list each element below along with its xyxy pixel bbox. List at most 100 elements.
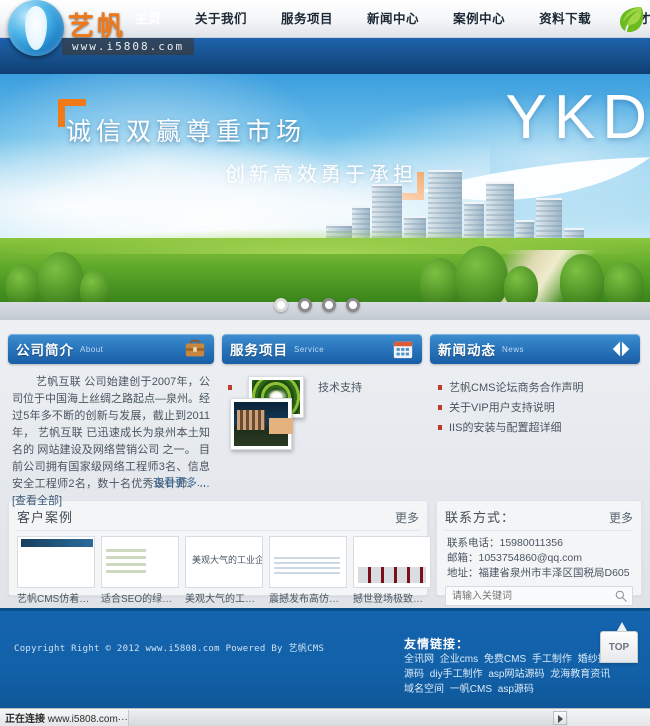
panels-row: 公司简介 About 艺帆互联 公司始建创于2007年，公司位于中国海上丝绸之路… <box>8 334 642 507</box>
carousel-dot-1[interactable] <box>274 298 288 312</box>
news-item-label[interactable]: IIS的安装与配置超详细 <box>449 422 561 434</box>
news-list: 艺帆CMS论坛商务合作声明 关于VIP用户支持说明 IIS的安装与配置超详细 <box>434 374 636 438</box>
list-item[interactable]: 关于VIP用户支持说明 <box>436 398 636 418</box>
friendly-link[interactable]: 企业cms <box>440 654 478 665</box>
case-caption: 艺帆CMS仿着网站... <box>17 594 95 605</box>
nav-item-label: 新闻中心 <box>367 12 420 26</box>
hero-banner[interactable]: YKD 诚信双赢尊重市场 创新高效勇于承担 <box>0 74 650 320</box>
panel-service-header[interactable]: 服务项目 Service <box>222 334 422 364</box>
panel-news-subtitle: News <box>502 344 525 354</box>
friendly-link[interactable]: 龙海教育资讯 <box>550 669 610 680</box>
news-item-label[interactable]: 关于VIP用户支持说明 <box>449 402 555 414</box>
contact-email: 邮箱：1053754860@qq.com <box>447 552 582 564</box>
view-all-link[interactable]: [查看全部] <box>12 495 62 507</box>
case-item[interactable]: 震撼发布高仿某建... <box>269 536 347 605</box>
case-thumbnail-broken: 美观大气的工业企 <box>185 536 263 588</box>
panel-news-body: 艺帆CMS论坛商务合作声明 关于VIP用户支持说明 IIS的安装与配置超详细 <box>430 364 640 492</box>
nav-item-label: 资料下载 <box>539 12 592 26</box>
case-caption: 美观大气的工业企... <box>185 594 263 605</box>
carousel-dot-4[interactable] <box>346 298 360 312</box>
panel-news: 新闻动态 News 艺帆CMS论坛商务合作声明 关于VIP用户支持说明 IIS的… <box>430 334 640 492</box>
briefcase-icon <box>185 339 205 357</box>
panel-service-subtitle: Service <box>294 344 325 354</box>
news-item-label[interactable]: 艺帆CMS论坛商务合作声明 <box>449 382 583 394</box>
panel-news-title: 新闻动态 <box>438 343 496 358</box>
leaf-icon <box>620 7 644 33</box>
main-content: 公司简介 About 艺帆互联 公司始建创于2007年，公司位于中国海上丝绸之路… <box>0 320 650 608</box>
prev-next-arrows-icon[interactable] <box>610 338 632 360</box>
contact-address: 地址：福建省泉州市丰泽区国税局D605 <box>447 567 630 579</box>
contact-header: 联系方式： 更多 <box>445 507 633 531</box>
case-thumbnail <box>17 536 95 588</box>
horizontal-scrollbar[interactable] <box>127 709 568 726</box>
globe-logo-icon <box>8 0 64 56</box>
case-caption: 撼世登场极致精美... <box>353 594 431 605</box>
scroll-right-arrow-icon[interactable] <box>552 710 567 725</box>
contact-details: 联系电话：15980011356 邮箱：1053754860@qq.com 地址… <box>445 531 633 581</box>
search-icon[interactable] <box>614 589 628 603</box>
banner-watermark: YKD <box>505 83 650 152</box>
case-item[interactable]: 撼世登场极致精美... <box>353 536 431 605</box>
cases-more-link[interactable]: 更多 <box>395 509 419 526</box>
friendly-link[interactable]: 全讯网 <box>404 654 434 665</box>
customer-cases-box: 客户案例 更多 艺帆CMS仿着网站... 适合SEO的绿色食... 美观大气的工 <box>8 500 431 605</box>
site-footer: Copyright Right © 2012 www.i5808.com Pow… <box>0 608 650 708</box>
service-item-label[interactable]: 技术支持 <box>318 382 362 394</box>
broken-image-alt-text: 美观大气的工业企 <box>192 555 263 565</box>
carousel-dot-3[interactable] <box>322 298 336 312</box>
friendly-link[interactable]: asp源码 <box>498 684 534 695</box>
secondary-row: 客户案例 更多 艺帆CMS仿着网站... 适合SEO的绿色食... 美观大气的工 <box>8 500 642 606</box>
list-item[interactable]: IIS的安装与配置超详细 <box>436 418 636 438</box>
case-item[interactable]: 艺帆CMS仿着网站... <box>17 536 95 605</box>
friendly-link[interactable]: 免费CMS <box>484 654 526 665</box>
announcement-marquee: 欢迎您河南郑州意可达物业公司-提供服务放心医院保洁，商场单位小区保洁保安等物业服… <box>86 42 426 58</box>
browser-status-bar: 正在连接 www.i5808.com··· <box>0 708 650 726</box>
nav-item-downloads[interactable]: 资料下载 <box>522 0 608 38</box>
panel-service: 服务项目 Service 技术支持 <box>222 334 422 492</box>
panel-service-body: 技术支持 <box>222 364 422 492</box>
contact-phone: 联系电话：15980011356 <box>447 537 563 549</box>
panel-news-header[interactable]: 新闻动态 News <box>430 334 640 364</box>
list-item[interactable]: 艺帆CMS论坛商务合作声明 <box>436 378 636 398</box>
cases-list: 艺帆CMS仿着网站... 适合SEO的绿色食... 美观大气的工业企 美观大气的… <box>17 536 431 605</box>
friendly-link[interactable]: 一帆CMS <box>450 684 492 695</box>
nav-item-cases[interactable]: 案例中心 <box>436 0 522 38</box>
friendly-link[interactable]: 域名空间 <box>404 684 444 695</box>
panel-about-header[interactable]: 公司简介 About <box>8 334 214 364</box>
list-item[interactable]: 技术支持 <box>226 378 418 398</box>
contact-more-link[interactable]: 更多 <box>609 509 633 526</box>
contact-title: 联系方式： <box>445 510 516 525</box>
about-more-link[interactable]: 查看更多... <box>153 474 206 490</box>
status-url: www.i5808.com··· <box>45 714 128 725</box>
nav-item-news[interactable]: 新闻中心 <box>350 0 436 38</box>
case-thumbnail <box>269 536 347 588</box>
back-to-top-button[interactable]: TOP <box>600 622 638 663</box>
contact-box: 联系方式： 更多 联系电话：15980011356 邮箱：1053754860@… <box>436 500 642 606</box>
carousel-indicators <box>274 298 360 312</box>
case-item[interactable]: 美观大气的工业企 美观大气的工业企... <box>185 536 263 605</box>
friendly-links-list: 全讯网 企业cms 免费CMS 手工制作 婚纱摄影源码 diy手工制作 asp网… <box>404 652 624 697</box>
panel-about-body: 艺帆互联 公司始建创于2007年，公司位于中国海上丝绸之路起点—泉州。经过5年多… <box>8 364 214 507</box>
panel-about-title: 公司简介 <box>16 343 74 358</box>
case-caption: 适合SEO的绿色食... <box>101 594 179 605</box>
copyright-text: Copyright Right © 2012 www.i5808.com Pow… <box>14 644 325 654</box>
carousel-dot-2[interactable] <box>298 298 312 312</box>
service-list: 技术支持 <box>226 374 418 398</box>
panel-service-title: 服务项目 <box>230 343 288 358</box>
calendar-icon <box>393 341 413 359</box>
service-thumb-building[interactable] <box>230 398 292 450</box>
friendly-link[interactable]: asp网站源码 <box>488 669 544 680</box>
case-thumbnail <box>101 536 179 588</box>
friendly-link[interactable]: diy手工制作 <box>430 669 483 680</box>
status-message: 正在连接 www.i5808.com··· <box>0 710 128 725</box>
friendly-link[interactable]: 手工制作 <box>532 654 572 665</box>
status-label: 正在连接 <box>5 714 45 725</box>
panel-about: 公司简介 About 艺帆互联 公司始建创于2007年，公司位于中国海上丝绸之路… <box>8 334 214 507</box>
cases-header: 客户案例 更多 <box>17 507 419 531</box>
panel-about-subtitle: About <box>80 344 104 354</box>
case-caption: 震撼发布高仿某建... <box>269 594 347 605</box>
webpage-root: 主页 关于我们 服务项目 新闻中心 案例中心 资料下载 人才招聘 在线留言 艺帆… <box>0 0 650 726</box>
case-item[interactable]: 适合SEO的绿色食... <box>101 536 179 605</box>
nav-item-label: 案例中心 <box>453 12 506 26</box>
search-input[interactable] <box>445 586 633 606</box>
